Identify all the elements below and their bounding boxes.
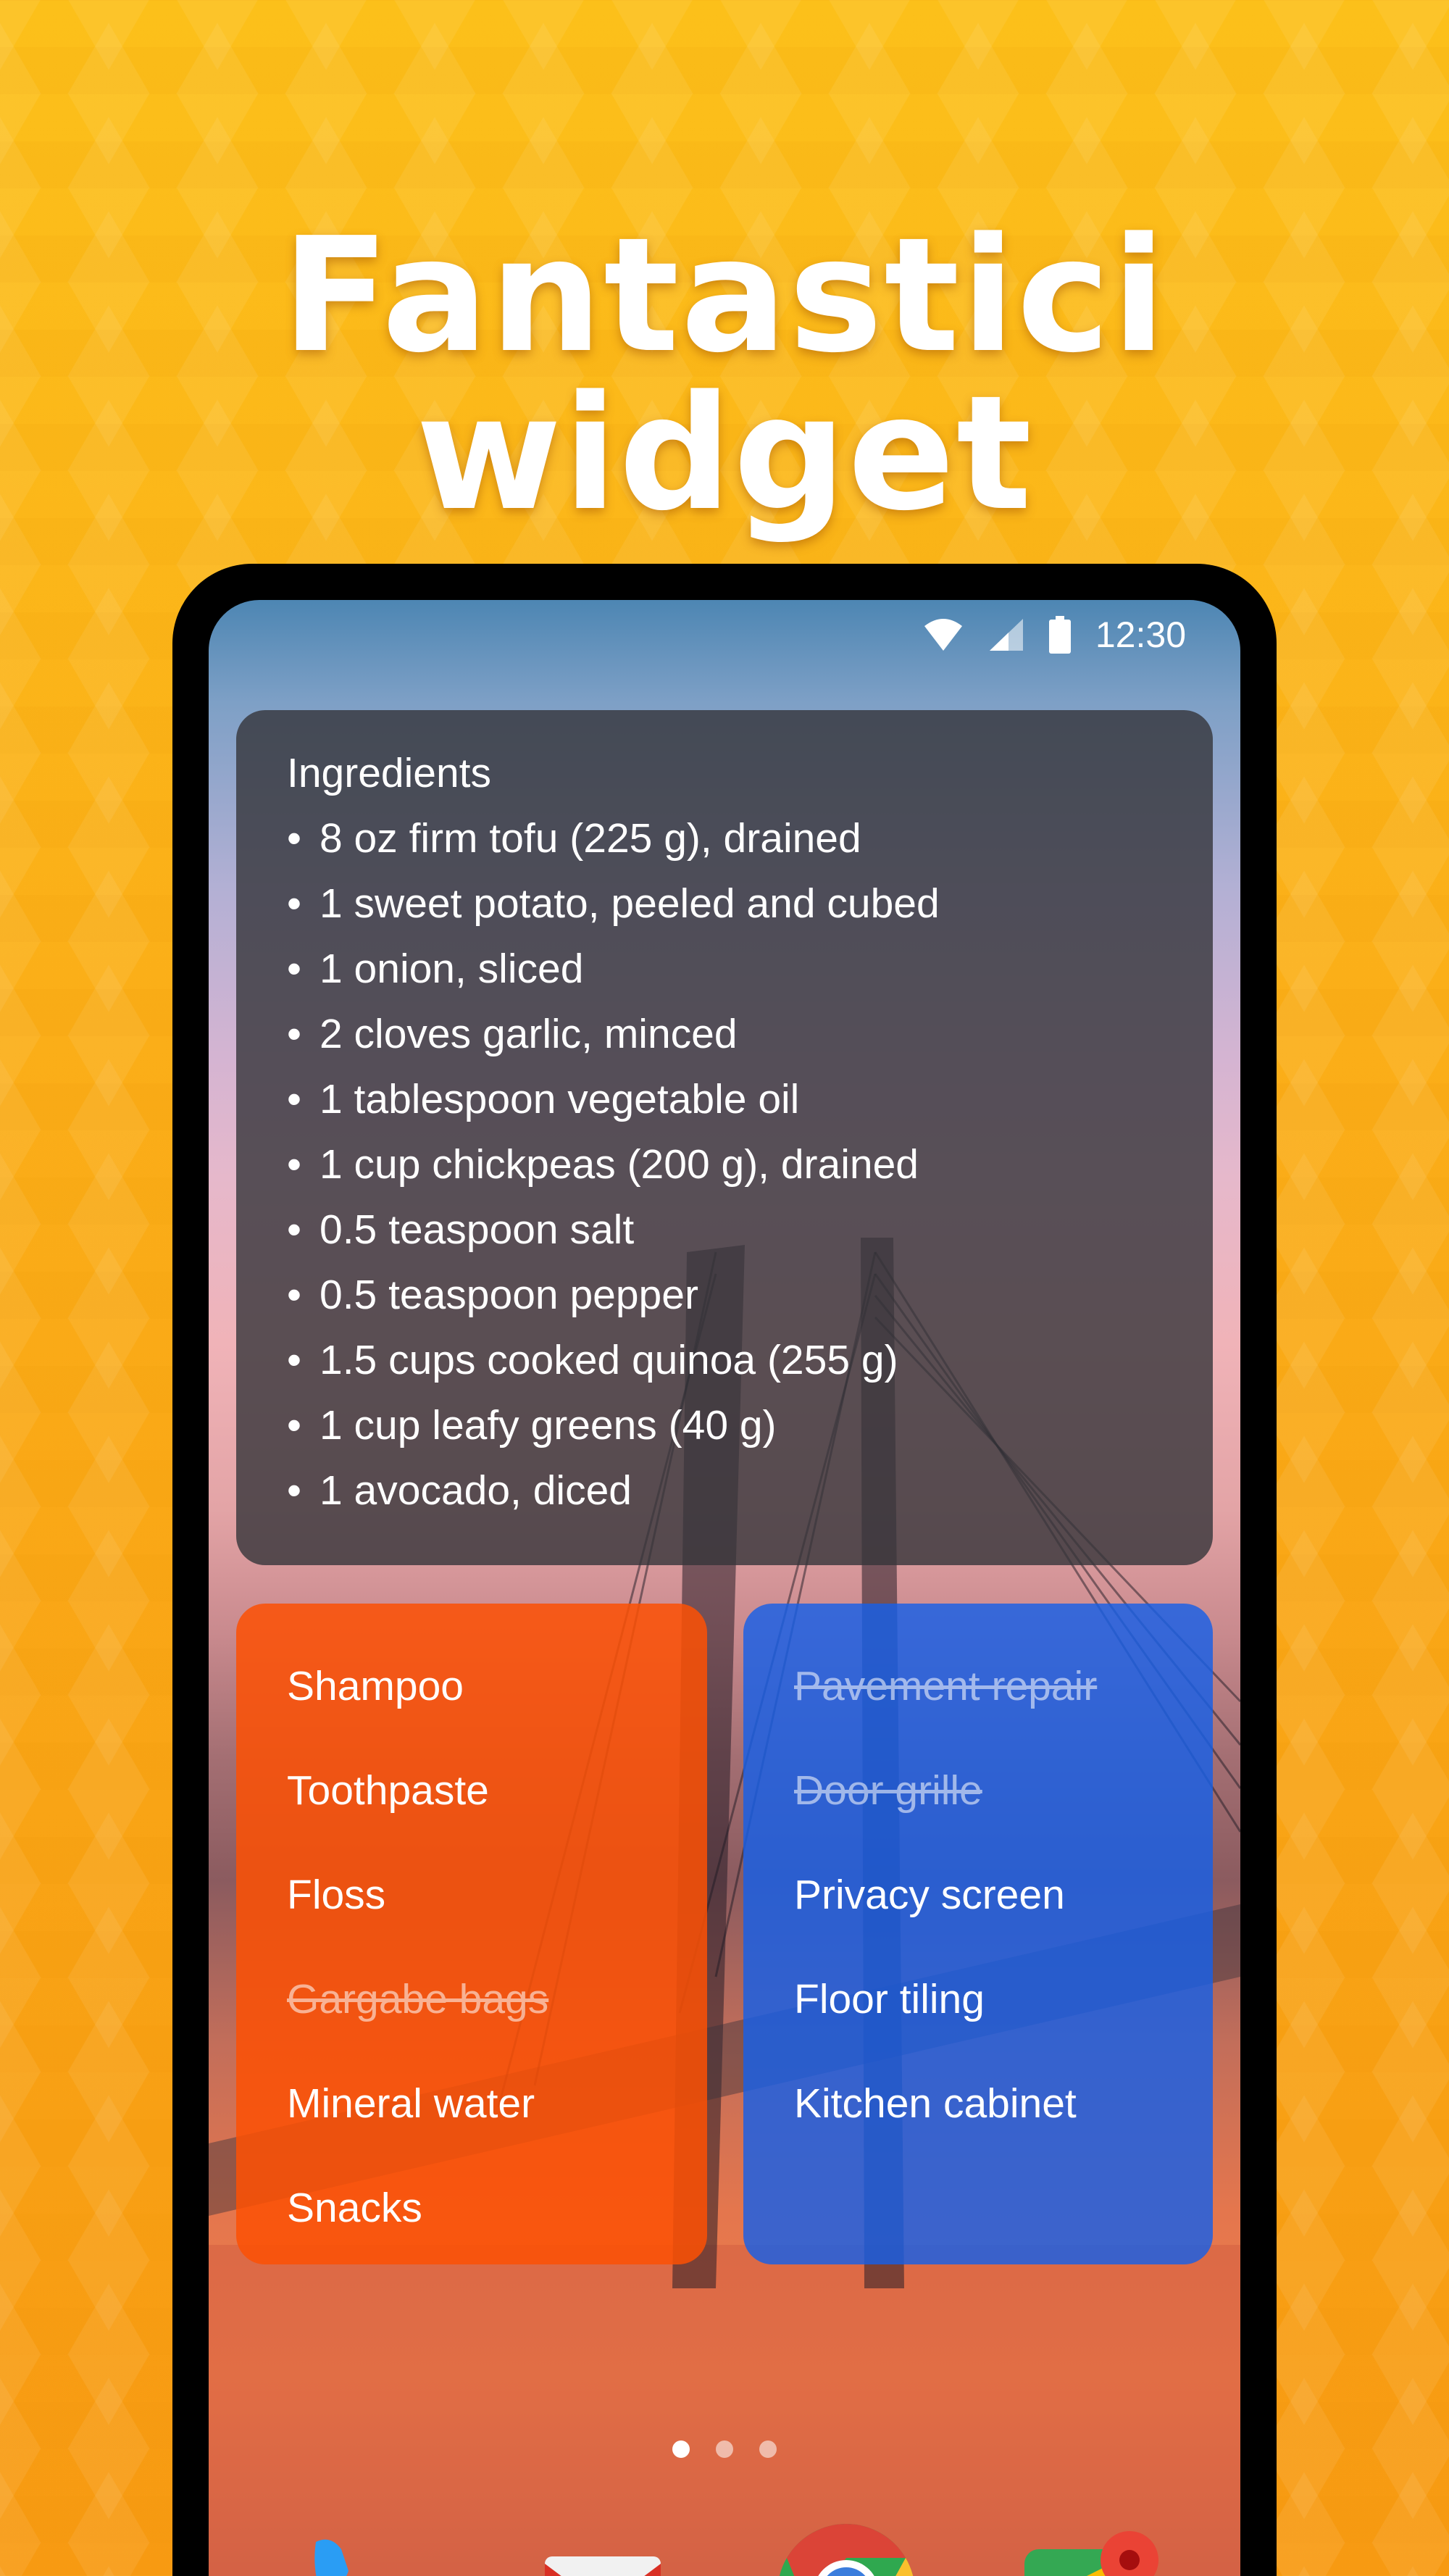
gmail-icon[interactable] xyxy=(530,2520,675,2576)
shopping-item[interactable]: Mineral water xyxy=(287,2051,656,2156)
phone-frame: 12:30 Ingredients 8 oz firm tofu (225 g)… xyxy=(172,564,1277,2576)
wifi-icon xyxy=(924,618,962,651)
page-indicator xyxy=(209,2440,1240,2458)
task-item[interactable]: Privacy screen xyxy=(794,1843,1162,1947)
shopping-item[interactable]: Floss xyxy=(287,1843,656,1947)
ingredient-item: 0.5 teaspoon pepper xyxy=(287,1262,1162,1327)
ingredient-item: 0.5 teaspoon salt xyxy=(287,1197,1162,1262)
ingredient-item: 1.5 cups cooked quinoa (255 g) xyxy=(287,1327,1162,1393)
ingredient-item: 1 avocado, diced xyxy=(287,1458,1162,1523)
shopping-item[interactable]: Toothpaste xyxy=(287,1738,656,1843)
signal-icon xyxy=(989,618,1023,651)
chrome-icon[interactable] xyxy=(774,2520,919,2576)
ingredient-item: 1 cup chickpeas (200 g), drained xyxy=(287,1132,1162,1197)
status-bar: 12:30 xyxy=(209,600,1240,669)
task-item-done[interactable]: Pavement repair xyxy=(794,1634,1162,1738)
status-time: 12:30 xyxy=(1095,614,1186,655)
ingredient-item: 8 oz firm tofu (225 g), drained xyxy=(287,806,1162,871)
ingredients-title: Ingredients xyxy=(287,750,492,796)
page-dot[interactable] xyxy=(716,2440,733,2458)
home-tasks-list: Pavement repair Door grille Privacy scre… xyxy=(794,1634,1162,2156)
ingredient-item: 2 cloves garlic, minced xyxy=(287,1001,1162,1067)
phone-icon[interactable] xyxy=(287,2520,432,2576)
ingredient-item: 1 cup leafy greens (40 g) xyxy=(287,1393,1162,1458)
home-tasks-widget[interactable]: Pavement repair Door grille Privacy scre… xyxy=(743,1604,1213,2264)
shopping-list: Shampoo Toothpaste Floss Gargabe bags Mi… xyxy=(287,1634,656,2260)
page-dot-active[interactable] xyxy=(672,2440,690,2458)
task-item-done[interactable]: Door grille xyxy=(794,1738,1162,1843)
ingredient-item: 1 tablespoon vegetable oil xyxy=(287,1067,1162,1132)
maps-icon[interactable] xyxy=(1017,2520,1162,2576)
shopping-widget[interactable]: Shampoo Toothpaste Floss Gargabe bags Mi… xyxy=(236,1604,707,2264)
task-item[interactable]: Kitchen cabinet xyxy=(794,2051,1162,2156)
task-item[interactable]: Floor tiling xyxy=(794,1947,1162,2051)
page-dot[interactable] xyxy=(759,2440,777,2458)
ingredient-item: 1 sweet potato, peeled and cubed xyxy=(287,871,1162,936)
battery-icon xyxy=(1048,615,1071,654)
ingredients-widget[interactable]: Ingredients 8 oz firm tofu (225 g), drai… xyxy=(236,710,1213,1565)
ingredient-item: 1 onion, sliced xyxy=(287,936,1162,1001)
shopping-item[interactable]: Shampoo xyxy=(287,1634,656,1738)
app-dock xyxy=(209,2520,1240,2576)
headline: Fantastici widget xyxy=(281,204,1168,546)
phone-screen: 12:30 Ingredients 8 oz firm tofu (225 g)… xyxy=(209,600,1240,2576)
shopping-item-done[interactable]: Gargabe bags xyxy=(287,1947,656,2051)
shopping-item[interactable]: Snacks xyxy=(287,2156,656,2260)
ingredients-list: 8 oz firm tofu (225 g), drained 1 sweet … xyxy=(287,806,1162,1523)
